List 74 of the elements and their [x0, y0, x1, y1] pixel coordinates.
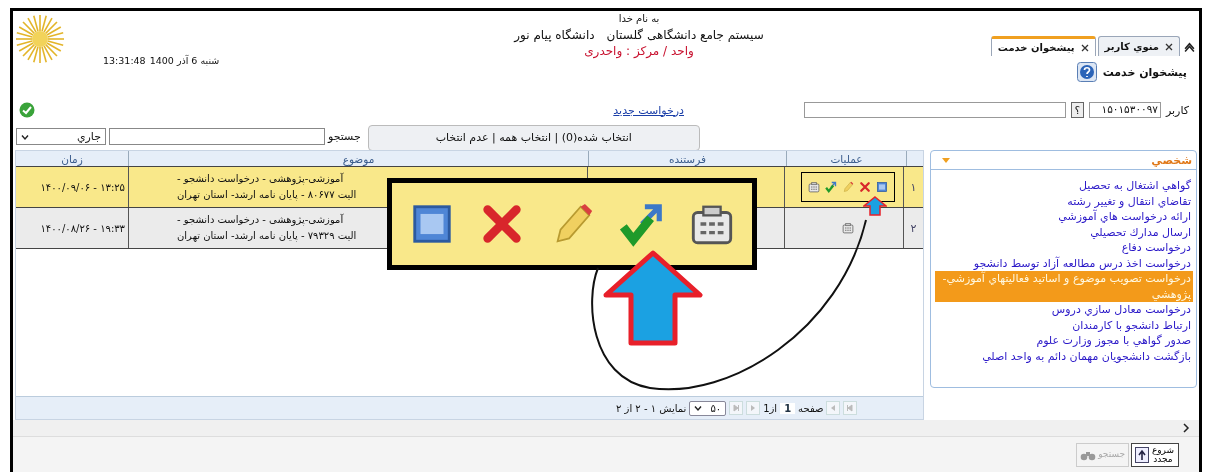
- skip-start-icon: [846, 404, 855, 412]
- clipboard-icon[interactable]: [808, 181, 820, 193]
- caret-icon: [21, 132, 29, 141]
- clock-time: 13:31:48: [103, 55, 146, 66]
- check-icon: [19, 102, 35, 118]
- first-page-button[interactable]: [843, 401, 858, 415]
- skip-end-icon: [732, 404, 741, 412]
- page-size-dropdown[interactable]: ۵۰: [689, 400, 727, 416]
- up-arrow-icon: [863, 196, 887, 216]
- new-request-link[interactable]: درخواست جديد: [613, 103, 684, 117]
- subject-line: آموزشی-پژوهشی - درخواست دانشجو -: [177, 212, 344, 228]
- chevron-right-icon[interactable]: [1181, 423, 1191, 433]
- help-icon[interactable]: [1076, 62, 1097, 82]
- tab[interactable]: منوي کاربر: [1097, 36, 1180, 56]
- pencil-icon[interactable]: [842, 181, 854, 193]
- selection-links[interactable]: انتخاب شده(0) | انتخاب همه | عدم انتخاب: [435, 131, 632, 144]
- page-label: صفحه: [798, 402, 824, 414]
- page-title: پيشخوان خدمت: [1102, 65, 1187, 79]
- date-text: شنبه 6 آذر 1400: [149, 55, 220, 66]
- sidebar-link[interactable]: درخواست دفاع: [935, 240, 1193, 256]
- triangle-left-icon: [829, 404, 838, 412]
- sidebar-link[interactable]: ارتباط دانشجو با كارمندان: [935, 317, 1193, 333]
- search-label: جستجو: [328, 130, 361, 143]
- status-dropdown[interactable]: جاري: [16, 128, 106, 145]
- tab[interactable]: پيشخوان خدمت: [990, 36, 1096, 56]
- page-count: از1: [763, 402, 778, 414]
- column-header: فرستنده: [588, 151, 786, 166]
- subject-line: آموزشی-پژوهشی - درخواست دانشجو -: [177, 171, 344, 187]
- time-cell: ۱۹:۳۳ - ۱۴۰۰/۰۸/۲۶: [40, 222, 125, 234]
- caret-icon: [694, 404, 703, 412]
- upload-arrow-icon: [1135, 446, 1149, 463]
- sidebar-link[interactable]: گواهي اشتغال به تحصيل: [935, 178, 1193, 194]
- subject-line: الیت ۸۰۶۷۷ - پایان نامه ارشد- استان تهران: [177, 188, 357, 203]
- motto-text: به نام خدا: [618, 13, 660, 24]
- next-page-button[interactable]: [746, 401, 761, 415]
- check-arrow-icon: [619, 201, 665, 247]
- column-header: موضوع: [128, 151, 588, 166]
- close-icon[interactable]: [1165, 42, 1173, 51]
- search-field[interactable]: [109, 128, 325, 145]
- university-name: دانشگاه پیام نور: [514, 28, 595, 42]
- subject-line: الیت ۷۹۳۲۹ - پایان نامه ارشد- استان تهران: [177, 229, 357, 244]
- unit-text: واحد / مرکز : واحدری: [584, 44, 694, 58]
- name-field[interactable]: [803, 102, 1066, 118]
- sidebar-link[interactable]: بازگشت دانشجويان مهمان دائم به واحد اصلي: [935, 348, 1193, 364]
- delete-icon[interactable]: [859, 181, 871, 193]
- dropdown-arrow-icon[interactable]: [941, 155, 951, 165]
- page-number-field[interactable]: 1: [780, 402, 796, 414]
- system-name: سیستم جامع دانشگاهی گلستان: [606, 28, 764, 42]
- chevron-up-icon[interactable]: [1184, 40, 1195, 52]
- sidebar-link[interactable]: تقاضاي انتقال و تغيير رشته: [935, 193, 1193, 209]
- row-number: ۲: [910, 221, 917, 235]
- clipboard-icon[interactable]: [842, 222, 854, 234]
- last-page-button[interactable]: [729, 401, 744, 415]
- column-header: عمليات: [786, 151, 906, 166]
- sidebar-title: شخصي: [1151, 153, 1192, 167]
- row-number: ۱: [910, 180, 917, 194]
- sidebar-link[interactable]: درخواست اخذ درس مطالعه آزاد توسط دانشجو: [935, 255, 1193, 271]
- user-id-field[interactable]: ۱۵۰۱۵۳۰۰۹۷: [1088, 102, 1161, 118]
- check-arrow-icon[interactable]: [825, 181, 837, 193]
- time-cell: ۱۳:۲۵ - ۱۴۰۰/۰۹/۰۶: [40, 181, 125, 193]
- previous-page-button[interactable]: [826, 401, 841, 415]
- sun-logo-icon: [15, 14, 65, 64]
- restart-button[interactable]: شروع مجدد: [1131, 442, 1179, 467]
- sidebar-link[interactable]: ارائه درخواست هاي آموزشي: [935, 209, 1193, 225]
- lookup-button[interactable]: ؟: [1070, 102, 1084, 118]
- sidebar-link[interactable]: ارسال مدارك تحصيلي: [935, 224, 1193, 240]
- up-arrow-icon: [603, 250, 703, 346]
- sidebar-link[interactable]: درخواست معادل سازي دروس: [935, 302, 1193, 318]
- close-icon[interactable]: [1080, 43, 1089, 52]
- pager-summary: نمايش ۱ - ۲ از ۲: [616, 402, 687, 414]
- sidebar-link[interactable]: صدور گواهي با مجوز وزارت علوم: [935, 333, 1193, 349]
- user-label: کاربر: [1165, 103, 1189, 117]
- window-icon[interactable]: [876, 181, 888, 193]
- column-header: زمان: [60, 151, 84, 166]
